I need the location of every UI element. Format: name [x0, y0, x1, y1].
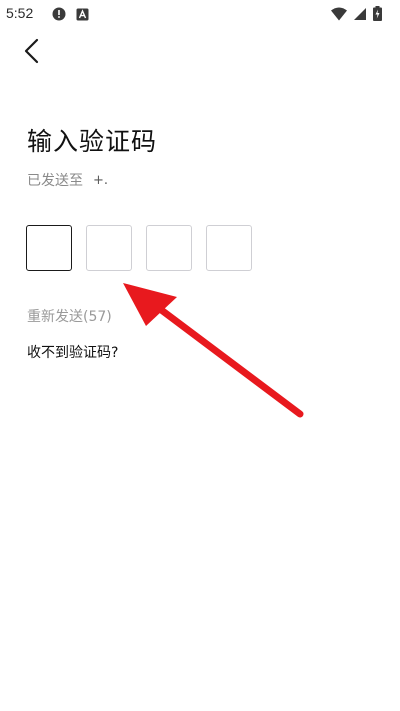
page-title: 输入验证码 — [27, 127, 158, 156]
status-left-icons — [52, 6, 89, 25]
a-icon — [76, 6, 89, 25]
code-digit-2[interactable] — [86, 225, 132, 271]
no-code-help-link[interactable]: 收不到验证码? — [27, 342, 118, 362]
code-input-row — [26, 225, 252, 271]
battery-icon — [373, 6, 382, 25]
back-button[interactable] — [18, 37, 46, 65]
code-digit-4[interactable] — [206, 225, 252, 271]
phone-number: +. — [93, 172, 109, 188]
code-digit-3[interactable] — [146, 225, 192, 271]
sent-to-label: 已发送至 — [27, 173, 83, 189]
status-right-icons — [331, 6, 382, 25]
alert-icon — [52, 6, 66, 25]
wifi-icon — [331, 6, 347, 25]
resend-countdown-link[interactable]: 重新发送(57) — [27, 306, 112, 326]
sent-to-line: 已发送至 +. — [27, 170, 108, 190]
signal-icon — [353, 6, 367, 25]
verification-code-screen: 5:52 输入验证码 已发送至 +. 重新发送(57) 收不到验证码? — [0, 0, 400, 711]
code-digit-1[interactable] — [26, 225, 72, 271]
status-bar: 5:52 — [0, 0, 400, 28]
chevron-left-icon — [24, 38, 39, 64]
status-time: 5:52 — [6, 5, 34, 21]
